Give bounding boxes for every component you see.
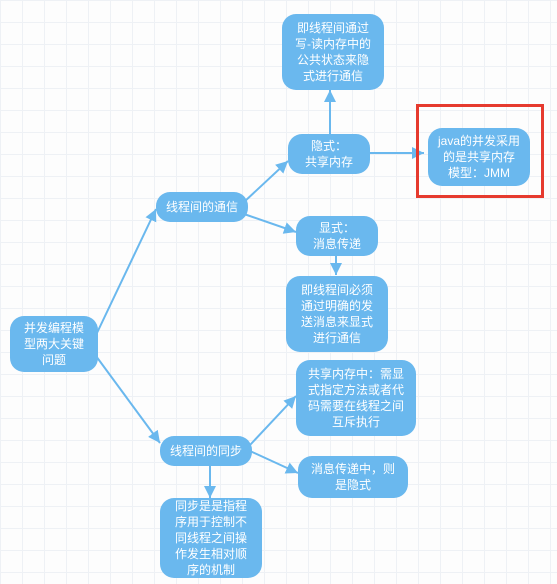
node-root-label: 并发编程模型两大关键问题 xyxy=(20,320,88,369)
node-root: 并发编程模型两大关键问题 xyxy=(10,316,98,372)
node-comm-explicit-label: 显式： 消息传递 xyxy=(313,220,361,252)
node-comm-implicit-detail-label: 即线程间通过写-读内存中的公共状态来隐式进行通信 xyxy=(292,20,374,85)
node-comm: 线程间的通信 xyxy=(156,192,248,222)
node-sync: 线程间的同步 xyxy=(160,436,252,466)
node-comm-explicit-detail-label: 即线程间必须通过明确的发送消息来显式进行通信 xyxy=(296,282,378,347)
node-comm-implicit-detail: 即线程间通过写-读内存中的公共状态来隐式进行通信 xyxy=(282,14,384,90)
node-comm-label: 线程间的通信 xyxy=(166,199,238,215)
node-sync-shared-mem-label: 共享内存中：需显式指定方法或者代码需要在线程之间互斥执行 xyxy=(306,366,406,431)
node-sync-def: 同步是是指程序用于控制不同线程之间操作发生相对顺序的机制 xyxy=(160,498,262,578)
node-sync-def-label: 同步是是指程序用于控制不同线程之间操作发生相对顺序的机制 xyxy=(170,498,252,579)
node-comm-implicit: 隐式： 共享内存 xyxy=(288,134,370,174)
node-comm-explicit-detail: 即线程间必须通过明确的发送消息来显式进行通信 xyxy=(286,276,388,352)
node-sync-msg-pass-label: 消息传递中，则是隐式 xyxy=(308,461,398,493)
node-comm-implicit-label: 隐式： 共享内存 xyxy=(305,138,353,170)
node-comm-explicit: 显式： 消息传递 xyxy=(296,216,378,256)
node-sync-label: 线程间的同步 xyxy=(170,443,242,459)
node-sync-shared-mem: 共享内存中：需显式指定方法或者代码需要在线程之间互斥执行 xyxy=(296,360,416,436)
highlight-jmm xyxy=(416,104,544,198)
node-sync-msg-pass: 消息传递中，则是隐式 xyxy=(298,456,408,498)
edge-layer xyxy=(0,0,557,584)
